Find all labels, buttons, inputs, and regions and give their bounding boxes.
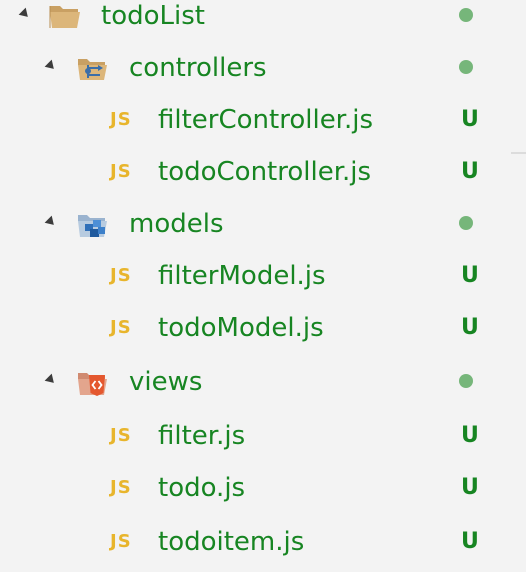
- untracked-badge: U: [461, 529, 479, 554]
- tree-row-filter-js[interactable]: JS filter.js U: [0, 410, 520, 462]
- modified-status-dot: [459, 60, 473, 74]
- modified-status-dot: [459, 8, 473, 22]
- tree-row-controllers[interactable]: controllers: [0, 42, 520, 94]
- expanded-chevron-icon[interactable]: [44, 215, 58, 229]
- tree-row-todocontroller-js[interactable]: JS todoController.js U: [0, 146, 520, 198]
- tree-row-filtermodel-js[interactable]: JS filterModel.js U: [0, 250, 520, 302]
- file-label: filterModel.js: [158, 261, 326, 291]
- untracked-badge: U: [461, 475, 479, 500]
- panel-divider: [511, 152, 526, 154]
- folder-label-views: views: [129, 367, 203, 397]
- file-label: todoModel.js: [158, 313, 324, 343]
- file-label: todo.js: [158, 473, 246, 503]
- tree-row-views[interactable]: views: [0, 356, 520, 408]
- tree-row-todolist[interactable]: todoList: [0, 0, 520, 42]
- js-file-icon: JS: [110, 531, 132, 552]
- untracked-badge: U: [461, 263, 479, 288]
- models-folder-icon: [76, 210, 107, 238]
- tree-row-todo-js[interactable]: JS todo.js U: [0, 462, 520, 514]
- tree-row-filtercontroller-js[interactable]: JS filterController.js U: [0, 94, 520, 146]
- file-label: filter.js: [158, 421, 246, 451]
- expanded-chevron-icon[interactable]: [44, 59, 58, 73]
- tree-row-todomodel-js[interactable]: JS todoModel.js U: [0, 302, 520, 354]
- folder-label-controllers: controllers: [129, 53, 267, 83]
- js-file-icon: JS: [110, 477, 132, 498]
- file-label: todoController.js: [158, 157, 372, 187]
- folder-label-todolist: todoList: [101, 1, 205, 31]
- untracked-badge: U: [461, 315, 479, 340]
- file-label: filterController.js: [158, 105, 374, 135]
- js-file-icon: JS: [110, 161, 132, 182]
- modified-status-dot: [459, 216, 473, 230]
- tree-row-models[interactable]: models: [0, 198, 520, 250]
- file-label: todoitem.js: [158, 527, 305, 557]
- js-file-icon: JS: [110, 109, 132, 130]
- js-file-icon: JS: [110, 265, 132, 286]
- js-file-icon: JS: [110, 317, 132, 338]
- controllers-folder-icon: [76, 54, 107, 82]
- views-folder-icon: [76, 368, 107, 396]
- modified-status-dot: [459, 374, 473, 388]
- tree-row-todoitem-js[interactable]: JS todoitem.js U: [0, 516, 520, 568]
- js-file-icon: JS: [110, 425, 132, 446]
- untracked-badge: U: [461, 159, 479, 184]
- untracked-badge: U: [461, 107, 479, 132]
- expanded-chevron-icon[interactable]: [44, 373, 58, 387]
- folder-open-icon: [48, 2, 80, 30]
- file-explorer-tree: todoList controllers JS filterController…: [0, 0, 526, 572]
- expanded-chevron-icon[interactable]: [18, 7, 32, 21]
- untracked-badge: U: [461, 423, 479, 448]
- folder-label-models: models: [129, 209, 224, 239]
